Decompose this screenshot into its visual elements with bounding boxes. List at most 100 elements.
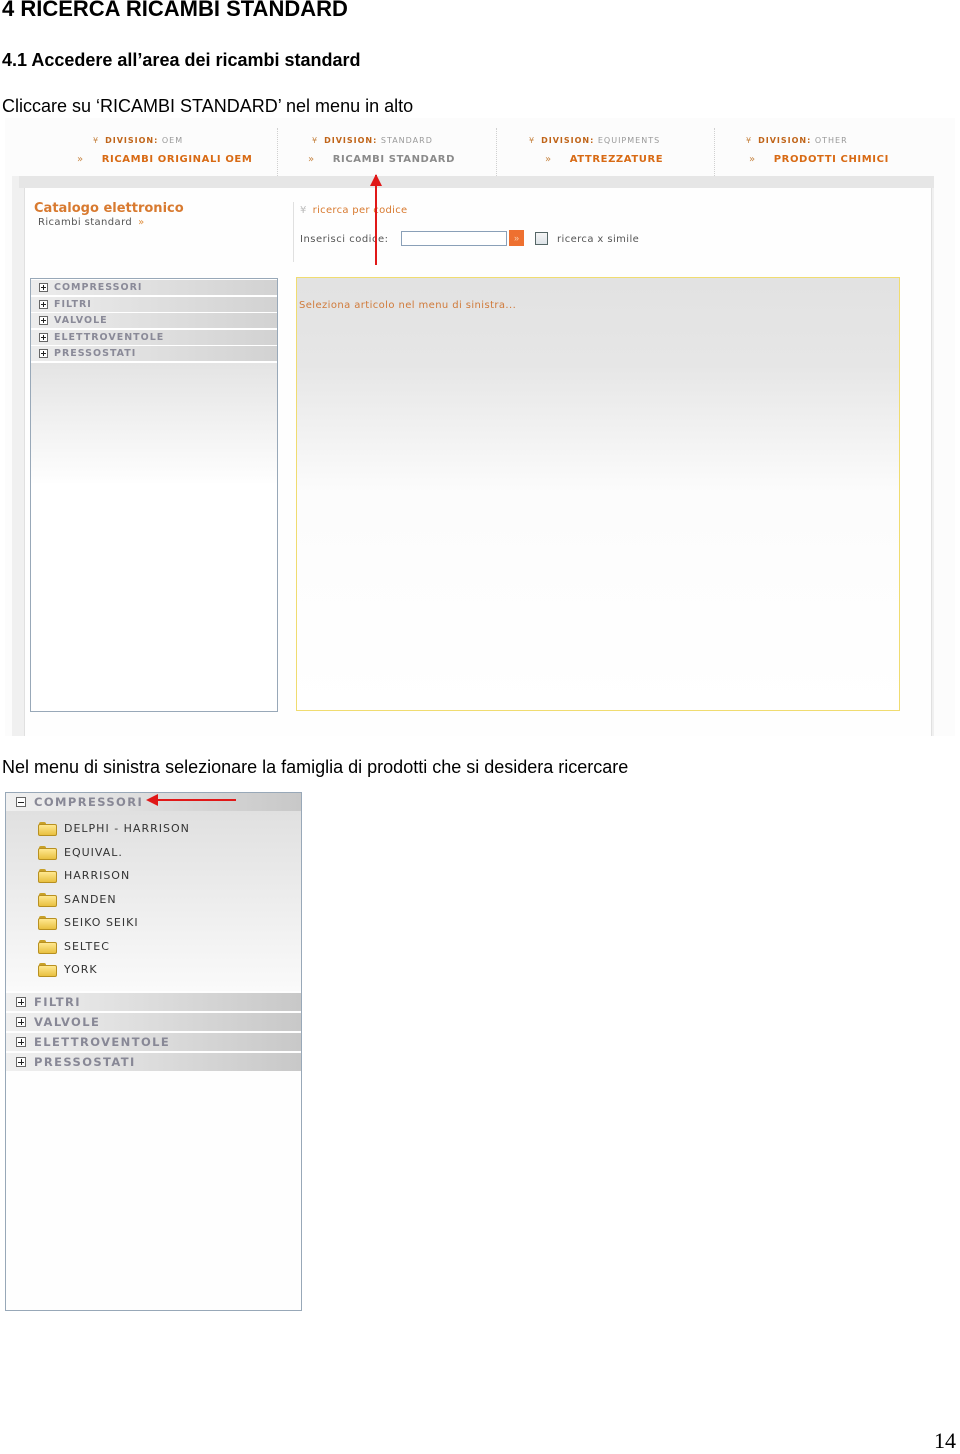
chevron-down-icon: ¥ [746, 136, 753, 145]
nav-link-attrezzature[interactable]: » ATTREZZATURE [545, 154, 663, 165]
subitem-york[interactable]: YORK [6, 958, 301, 982]
subitem-label: EQUIVAL. [64, 845, 123, 859]
folder-icon [38, 939, 57, 954]
division-key: DIVISION: [758, 136, 812, 145]
expand-plus-icon[interactable] [39, 283, 48, 292]
folder-icon [38, 963, 57, 978]
nav-link-ricambi-standard[interactable]: » RICAMBI STANDARD [308, 154, 455, 165]
category-menu: COMPRESSORI FILTRI VALVOLE ELETTROVENTOL… [30, 278, 278, 712]
nav-division-oem: ¥ DIVISION: OEM » RICAMBI ORIGINALI OEM [71, 128, 289, 176]
chevron-down-icon: ¥ [312, 136, 319, 145]
subitem-label: YORK [64, 963, 98, 977]
subitem-sanden[interactable]: SANDEN [6, 888, 301, 912]
annotation-arrow-line [156, 799, 236, 801]
instruction-text-1: Cliccare su ‘RICAMBI STANDARD’ nel menu … [2, 96, 414, 116]
similar-search-checkbox[interactable] [535, 232, 548, 245]
expand-plus-icon[interactable] [39, 332, 48, 342]
collapse-minus-icon[interactable] [16, 797, 26, 807]
menu-item-label: ELETTROVENTOLE [54, 331, 165, 343]
code-search-title: ¥ ricerca per codice [300, 205, 408, 216]
division-value: EQUIPMENTS [597, 136, 661, 145]
nav-link-ricambi-originali-oem[interactable]: » RICAMBI ORIGINALI OEM [77, 154, 252, 165]
division-key: DIVISION: [541, 136, 595, 145]
menu-item-valvole[interactable]: VALVOLE [31, 313, 277, 329]
expand-plus-icon[interactable] [39, 299, 48, 309]
catalog-title: Catalogo elettronico [34, 201, 184, 216]
code-search-title-text: ricerca per codice [312, 205, 408, 216]
menu-item-elettroventole[interactable]: ELETTROVENTOLE [31, 329, 277, 345]
section-heading: 4 RICERCA RICAMBI STANDARD [2, 0, 348, 21]
subitem-label: SELTEC [64, 939, 110, 953]
subsection-heading: 4.1 Accedere all’area dei ricambi standa… [2, 50, 361, 70]
subitem-delphi-harrison[interactable]: DELPHI - HARRISON [6, 817, 301, 841]
category-menu-list: COMPRESSORI FILTRI VALVOLE ELETTROVENTOL… [31, 280, 277, 363]
folder-icon [38, 916, 57, 931]
menu-item-pressostati[interactable]: PRESSOSTATI [6, 1053, 301, 1071]
menu-item-label: VALVOLE [34, 1015, 101, 1029]
nav-division-equipments: ¥ DIVISION: EQUIPMENTS » ATTREZZATURE [496, 128, 715, 176]
code-search-panel: ¥ ricerca per codice Inserisci codice: » … [293, 202, 654, 262]
expand-plus-icon[interactable] [16, 1017, 26, 1027]
menu-item-label: COMPRESSORI [34, 795, 144, 809]
subitem-label: SANDEN [64, 892, 117, 906]
division-nav: ¥ DIVISION: OEM » RICAMBI ORIGINALI OEM ¥ D… [5, 118, 935, 176]
chevron-right-icon: » [77, 154, 84, 165]
subitem-label: SEIKO SEIKI [64, 916, 139, 930]
nav-link-label: RICAMBI STANDARD [332, 154, 455, 165]
menu-item-valvole[interactable]: VALVOLE [6, 1013, 301, 1031]
menu-item-label: PRESSOSTATI [34, 1055, 136, 1069]
expand-plus-icon[interactable] [39, 349, 48, 359]
menu-background [31, 363, 277, 483]
menu-item-pressostati[interactable]: PRESSOSTATI [31, 346, 277, 362]
subitem-label: DELPHI - HARRISON [64, 822, 190, 836]
expand-plus-icon[interactable] [16, 997, 26, 1007]
folder-icon [38, 869, 57, 884]
menu-item-filtri[interactable]: FILTRI [6, 993, 301, 1011]
catalog-subtitle: Ricambi standard » [38, 217, 145, 228]
menu-item-label: VALVOLE [54, 315, 108, 327]
expand-plus-icon[interactable] [16, 1037, 26, 1047]
division-value: STANDARD [380, 136, 433, 145]
menu-item-elettroventole[interactable]: ELETTROVENTOLE [6, 1033, 301, 1051]
expand-plus-icon[interactable] [39, 316, 48, 326]
compressori-subitems: DELPHI - HARRISON EQUIVAL. HARRISON SAND… [6, 811, 301, 991]
instruction-text-2: Nel menu di sinistra selezionare la fami… [2, 757, 629, 777]
folder-icon [38, 845, 57, 860]
chevron-right-icon: » [545, 154, 552, 165]
nav-link-label: PRODOTTI CHIMICI [773, 154, 889, 165]
division-key: DIVISION: [105, 136, 159, 145]
chevron-down-icon: ¥ [300, 205, 307, 216]
menu-item-label: FILTRI [34, 995, 81, 1009]
code-input[interactable] [401, 231, 507, 246]
code-search-button[interactable]: » [509, 230, 524, 246]
annotation-arrow-up-icon [370, 174, 382, 186]
similar-search-label: ricerca x simile [557, 234, 640, 245]
folder-icon [38, 822, 57, 837]
chevron-down-icon: ¥ [93, 136, 100, 145]
menu-item-compressori[interactable]: COMPRESSORI [31, 280, 277, 295]
page-number: 14 [934, 1428, 956, 1453]
nav-division-standard: ¥ DIVISION: STANDARD » RICAMBI STANDARD [277, 128, 496, 176]
subitem-harrison[interactable]: HARRISON [6, 864, 301, 888]
nav-division-other: ¥ DIVISION: OTHER » PRODOTTI CHIMICI [714, 128, 933, 176]
menu-item-label: ELETTROVENTOLE [34, 1035, 171, 1049]
menu-item-label: COMPRESSORI [54, 282, 143, 293]
menu-item-label: FILTRI [54, 298, 92, 310]
subitem-equival[interactable]: EQUIVAL. [6, 841, 301, 865]
content-placeholder-message: Seleziona articolo nel menu di sinistra.… [299, 300, 517, 311]
annotation-arrow-line [375, 175, 377, 265]
chevron-right-icon: » [138, 217, 145, 228]
chevron-right-icon: » [308, 154, 315, 165]
nav-link-label: ATTREZZATURE [569, 154, 664, 165]
menu-item-compressori-open[interactable]: COMPRESSORI [6, 793, 301, 811]
expand-plus-icon[interactable] [16, 1057, 26, 1067]
subitem-seltec[interactable]: SELTEC [6, 935, 301, 959]
menu-item-label: PRESSOSTATI [54, 348, 137, 360]
nav-link-prodotti-chimici[interactable]: » PRODOTTI CHIMICI [749, 154, 889, 165]
folder-icon [38, 892, 57, 907]
subitem-seiko-seiki[interactable]: SEIKO SEIKI [6, 911, 301, 935]
menu-item-filtri[interactable]: FILTRI [31, 296, 277, 312]
frame-top-bar [19, 176, 934, 188]
chevron-right-icon: » [749, 154, 756, 165]
subitem-label: HARRISON [64, 869, 131, 883]
